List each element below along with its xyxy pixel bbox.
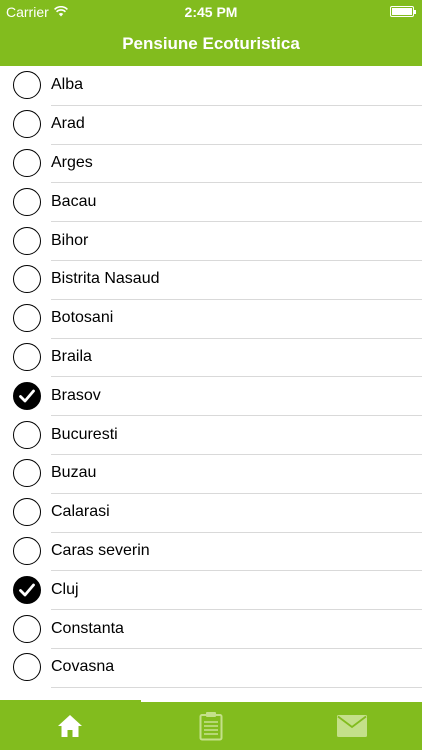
clipboard-icon xyxy=(199,712,223,741)
list-item[interactable]: Caras severin xyxy=(0,532,422,572)
checked-circle-icon[interactable] xyxy=(13,381,41,410)
unchecked-circle-icon[interactable] xyxy=(13,265,41,294)
unchecked-circle-icon[interactable] xyxy=(13,226,41,255)
unchecked-circle-icon[interactable] xyxy=(13,187,41,216)
list-item-label: Bihor xyxy=(51,231,89,249)
tab-bar xyxy=(0,700,422,750)
unchecked-circle-icon[interactable] xyxy=(13,614,41,643)
unchecked-circle-icon[interactable] xyxy=(13,459,41,488)
list-item[interactable]: Brasov xyxy=(0,376,422,416)
navigation-bar: Pensiune Ecoturistica xyxy=(0,24,422,66)
tab-home[interactable] xyxy=(0,702,141,750)
list-item[interactable]: Alba xyxy=(0,66,422,106)
list-item[interactable]: Calarasi xyxy=(0,493,422,533)
unchecked-circle-icon[interactable] xyxy=(13,110,41,139)
unchecked-circle-icon[interactable] xyxy=(13,342,41,371)
list-item[interactable]: Bihor xyxy=(0,221,422,261)
unchecked-circle-icon[interactable] xyxy=(13,71,41,100)
list-item-label: Caras severin xyxy=(51,541,150,559)
unchecked-circle-icon[interactable] xyxy=(13,653,41,682)
list-item[interactable]: Bucuresti xyxy=(0,415,422,455)
list-item-label: Botosani xyxy=(51,309,114,327)
unchecked-circle-icon[interactable] xyxy=(13,536,41,565)
list-item[interactable]: Covasna xyxy=(0,648,422,688)
list-item[interactable]: Braila xyxy=(0,338,422,378)
list-item[interactable]: Arad xyxy=(0,105,422,145)
list-item-label: Bacau xyxy=(51,192,97,210)
list-item-label: Bistrita Nasaud xyxy=(51,270,160,288)
tab-mail[interactable] xyxy=(281,702,422,750)
list-item[interactable]: Bacau xyxy=(0,182,422,222)
list-item-label: Brasov xyxy=(51,386,101,404)
list-item-label: Arges xyxy=(51,153,93,171)
list-item-label: Covasna xyxy=(51,658,115,676)
battery-icon xyxy=(390,6,416,17)
status-bar: Carrier 2:45 PM xyxy=(0,0,422,24)
list-item[interactable]: Botosani xyxy=(0,299,422,339)
list-item-label: Buzau xyxy=(51,464,97,482)
unchecked-circle-icon[interactable] xyxy=(13,420,41,449)
list-item-label: Alba xyxy=(51,76,84,94)
list-item-label: Arad xyxy=(51,115,85,133)
mail-icon xyxy=(336,715,367,737)
unchecked-circle-icon[interactable] xyxy=(13,498,41,527)
list-item[interactable]: Cluj xyxy=(0,570,422,610)
county-list[interactable]: Alba Arad Arges Bacau Bihor Bistrita Nasaud Bo… xyxy=(0,66,422,702)
list-item-label: Cluj xyxy=(51,580,79,598)
home-icon xyxy=(58,715,83,737)
list-item-label: Braila xyxy=(51,347,92,365)
checked-circle-icon[interactable] xyxy=(13,575,41,604)
list-item-label: Constanta xyxy=(51,619,124,637)
list-item[interactable]: Bistrita Nasaud xyxy=(0,260,422,300)
unchecked-circle-icon[interactable] xyxy=(13,304,41,333)
list-item-label: Calarasi xyxy=(51,503,110,521)
list-item[interactable]: Buzau xyxy=(0,454,422,494)
list-item[interactable]: Constanta xyxy=(0,609,422,649)
status-time: 2:45 PM xyxy=(184,4,238,20)
tab-clipboard[interactable] xyxy=(141,702,282,750)
list-item-label: Bucuresti xyxy=(51,425,118,443)
unchecked-circle-icon[interactable] xyxy=(13,148,41,177)
page-title: Pensiune Ecoturistica xyxy=(122,34,300,53)
list-item[interactable]: Arges xyxy=(0,144,422,184)
